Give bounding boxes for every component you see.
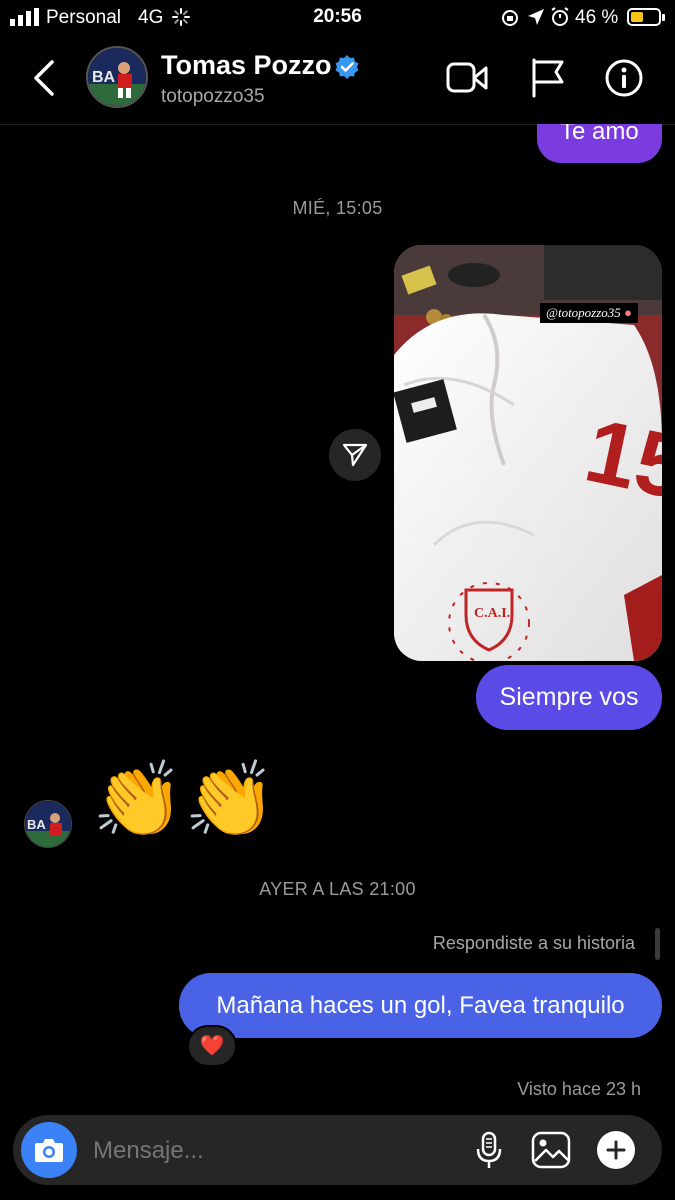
alarm-icon bbox=[551, 7, 569, 26]
share-button[interactable] bbox=[329, 429, 381, 481]
plus-icon bbox=[606, 1140, 626, 1160]
verified-badge-icon bbox=[335, 55, 359, 79]
clock-label: 20:56 bbox=[313, 6, 362, 27]
timestamp-divider: AYER A LAS 21:00 bbox=[259, 879, 416, 899]
back-chevron-icon[interactable] bbox=[30, 60, 60, 96]
info-icon[interactable] bbox=[604, 58, 644, 98]
microphone-icon[interactable] bbox=[475, 1131, 503, 1171]
heart-reaction[interactable]: ❤️ bbox=[187, 1025, 237, 1067]
battery-icon bbox=[627, 8, 661, 26]
chat-header: BA Tomas Pozzo totopozzo35 bbox=[0, 36, 675, 125]
contact-name[interactable]: Tomas Pozzo bbox=[161, 50, 332, 81]
seen-status: Visto hace 23 h bbox=[517, 1079, 641, 1099]
message-composer bbox=[13, 1115, 662, 1185]
contact-avatar-small[interactable]: BA bbox=[24, 800, 72, 848]
message-bubble-sent[interactable]: Te amo bbox=[537, 124, 662, 163]
message-input[interactable] bbox=[91, 1128, 455, 1174]
camera-button[interactable] bbox=[21, 1122, 77, 1178]
battery-percent-label: 46 % bbox=[575, 7, 619, 28]
story-mention-text: @totopozzo35 bbox=[546, 305, 621, 320]
timestamp-divider: MIÉ, 15:05 bbox=[292, 198, 383, 218]
battery-tip bbox=[662, 14, 665, 21]
story-mention-tag: @totopozzo35 ● bbox=[540, 303, 638, 323]
svg-text:BA: BA bbox=[27, 817, 46, 832]
send-icon bbox=[342, 443, 368, 467]
flag-icon[interactable] bbox=[530, 58, 566, 98]
message-bubble-sent[interactable]: Siempre vos bbox=[476, 665, 662, 730]
video-call-icon[interactable] bbox=[446, 62, 488, 94]
svg-text:BA: BA bbox=[92, 69, 116, 86]
camera-icon bbox=[35, 1139, 63, 1162]
gallery-icon[interactable] bbox=[531, 1131, 571, 1169]
contact-avatar[interactable]: BA bbox=[86, 46, 148, 108]
plus-button[interactable] bbox=[597, 1131, 635, 1169]
svg-text:C.A.I.: C.A.I. bbox=[474, 606, 510, 621]
story-reply-bar bbox=[655, 928, 660, 960]
story-reply-note: Respondiste a su historia bbox=[432, 933, 635, 953]
contact-handle[interactable]: totopozzo35 bbox=[161, 86, 265, 108]
shared-story-image[interactable]: 15 C.A.I. @totopozzo35 ● bbox=[394, 245, 662, 661]
message-text: Te amo bbox=[560, 124, 639, 145]
location-arrow-icon bbox=[528, 9, 544, 25]
status-bar: Personal 4G 20:56 46 % bbox=[0, 0, 675, 36]
orientation-lock-icon bbox=[502, 10, 518, 26]
message-emoji-received[interactable]: 👏👏 bbox=[92, 752, 276, 848]
message-bubble-sent[interactable]: Mañana haces un gol, Favea tranquilo bbox=[179, 973, 662, 1038]
